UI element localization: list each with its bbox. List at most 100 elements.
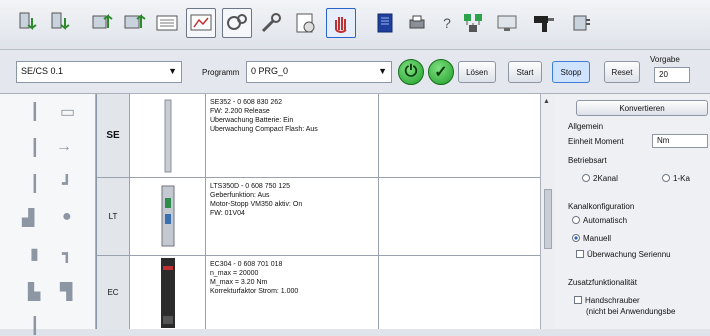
table-row[interactable]: SE SE352 - 0 608 830 262 FW: 2.200 Relea… — [97, 94, 541, 178]
vorgabe-label: Vorgabe — [650, 55, 680, 64]
info-line: FW: 2.200 Release — [210, 108, 270, 115]
palette-item-tool-icon[interactable]: ▜ — [60, 282, 72, 302]
network-icon[interactable] — [458, 8, 488, 38]
palette-item-cable-icon[interactable]: ┃ — [30, 138, 40, 158]
checkbox-label: Handschrauber — [585, 296, 640, 305]
module-image — [130, 256, 206, 329]
checkbox-icon — [576, 250, 584, 258]
row-info: LTS350D - 0 608 750 125 Geberfunktion: A… — [210, 182, 380, 218]
palette-item-cable-icon[interactable]: ┃ — [30, 174, 40, 194]
checkbox-label: Überwachung Seriennu — [587, 250, 671, 259]
info-line: EC304 - 0 608 701 018 — [210, 261, 283, 268]
checkbox-icon — [574, 296, 582, 304]
radio-icon — [582, 174, 590, 182]
konvertieren-button[interactable]: Konvertieren — [576, 100, 708, 116]
vorgabe-field[interactable]: 20 — [654, 67, 690, 83]
chevron-down-icon: ▼ — [168, 66, 177, 76]
confirm-icon[interactable]: ✓ — [428, 59, 454, 85]
section-zusatzfunktionalitaet: Zusatzfunktionalität — [568, 278, 637, 287]
start-button[interactable]: Start — [508, 61, 542, 83]
device-select-value: SE/CS 0.1 — [21, 66, 64, 76]
row-code: EC — [97, 256, 130, 329]
screen-icon[interactable] — [492, 8, 522, 38]
reset-button[interactable]: Reset — [604, 61, 640, 83]
scroll-thumb[interactable] — [544, 189, 552, 249]
info-line: Überwachung Batterie: Ein — [210, 117, 294, 124]
program-select-value: 0 PRG_0 — [251, 66, 289, 76]
section-betriebsart: Betriebsart — [568, 156, 607, 165]
parameters-icon[interactable] — [290, 8, 320, 38]
download-b-icon[interactable] — [46, 8, 76, 38]
row-code: LT — [97, 178, 130, 255]
palette-item-cable-icon[interactable]: ┃ — [30, 316, 40, 336]
info-line: n_max = 20000 — [210, 270, 259, 277]
einheit-field[interactable]: Nm — [652, 134, 708, 148]
radio-label: Manuell — [583, 234, 612, 243]
vertical-scrollbar[interactable]: ▲ — [540, 94, 554, 329]
stopp-button[interactable]: Stopp — [552, 61, 590, 83]
power-icon[interactable]: ⏻ — [398, 59, 424, 85]
column-divider — [378, 178, 379, 255]
upload-b-icon[interactable] — [120, 8, 150, 38]
radio-label: Automatisch — [583, 216, 628, 225]
radio-2kanal[interactable]: 2Kanal — [582, 174, 618, 183]
info-line: Motor-Stopp VM350 aktiv: On — [210, 201, 303, 208]
module-image — [130, 94, 206, 177]
radio-manuell[interactable]: Manuell — [572, 234, 611, 243]
component-palette: ┃ ▭ ┃ → ┃ ┛ ▟ ● ▮ ┓ ▙ ▜ ┃ — [0, 94, 96, 335]
table-row[interactable]: EC EC304 - 0 608 701 018 n_max = 20000 M… — [97, 256, 541, 329]
checkbox-seriennummer[interactable]: Überwachung Seriennu — [576, 250, 671, 259]
row-code: SE — [97, 94, 130, 177]
wrench-icon[interactable] — [256, 8, 286, 38]
palette-item-block-icon[interactable]: ▟ — [22, 208, 34, 228]
monitor-icon[interactable] — [186, 8, 216, 38]
info-line: Korrekturfaktor Strom: 1.000 — [210, 288, 299, 295]
info-line: LTS350D - 0 608 750 125 — [210, 183, 291, 190]
column-divider — [378, 94, 379, 177]
book-icon[interactable] — [370, 8, 400, 38]
loesen-button[interactable]: Lösen — [458, 61, 496, 83]
row-info: SE352 - 0 608 830 262 FW: 2.200 Release … — [210, 98, 380, 134]
info-line: Geberfunktion: Aus — [210, 192, 270, 199]
radio-selected-icon — [572, 234, 580, 242]
row-info: EC304 - 0 608 701 018 n_max = 20000 M_ma… — [210, 260, 380, 296]
program-label: Programm — [202, 68, 240, 77]
hand-icon[interactable] — [326, 8, 356, 38]
printer-icon[interactable] — [402, 8, 432, 38]
program-select[interactable]: 0 PRG_0 ▼ — [246, 61, 392, 83]
palette-item-hook-icon[interactable]: ┛ — [62, 174, 72, 194]
properties-panel: Konvertieren Allgemein Einheit Moment Nm… — [554, 94, 710, 329]
station-table: SE SE352 - 0 608 830 262 FW: 2.200 Relea… — [96, 94, 541, 329]
column-divider — [378, 256, 379, 329]
table-row[interactable]: LT LTS350D - 0 608 750 125 Geberfunktion… — [97, 178, 541, 256]
palette-item-module-icon[interactable]: ▙ — [28, 282, 40, 302]
palette-item-dot-icon[interactable]: ● — [62, 208, 72, 226]
radio-icon — [662, 174, 670, 182]
terminal-icon[interactable] — [152, 8, 182, 38]
palette-item-arrow-icon[interactable]: → — [56, 138, 72, 156]
palette-item-cable-icon[interactable]: ┃ — [30, 102, 40, 122]
radio-1kanal[interactable]: 1-Ka — [662, 174, 690, 183]
radio-label: 1-Ka — [673, 174, 690, 183]
upload-a-icon[interactable] — [88, 8, 118, 38]
radio-automatisch[interactable]: Automatisch — [572, 216, 627, 225]
handschrauber-note: (nicht bei Anwendungsbe — [586, 307, 676, 316]
palette-item-angle-icon[interactable]: ┓ — [62, 244, 72, 264]
radio-label: 2Kanal — [593, 174, 618, 183]
info-line: FW: 01V04 — [210, 210, 245, 217]
checkbox-handschrauber[interactable]: Handschrauber — [574, 296, 640, 305]
download-a-icon[interactable] — [14, 8, 44, 38]
chevron-down-icon: ▼ — [378, 66, 387, 76]
palette-item-frame-icon[interactable]: ▭ — [60, 102, 75, 122]
device-icon[interactable] — [566, 8, 596, 38]
screwdriver-icon[interactable] — [528, 8, 558, 38]
scroll-up-icon[interactable]: ▲ — [543, 98, 550, 105]
palette-item-small-icon[interactable]: ▮ — [30, 244, 39, 264]
device-select[interactable]: SE/CS 0.1 ▼ — [16, 61, 182, 83]
module-image — [130, 178, 206, 255]
info-line: SE352 - 0 608 830 262 — [210, 99, 283, 106]
info-line: Überwachung Compact Flash: Aus — [210, 126, 318, 133]
section-allgemein: Allgemein — [568, 122, 604, 131]
einheit-label: Einheit Moment — [568, 137, 624, 146]
gears-icon[interactable] — [222, 8, 252, 38]
